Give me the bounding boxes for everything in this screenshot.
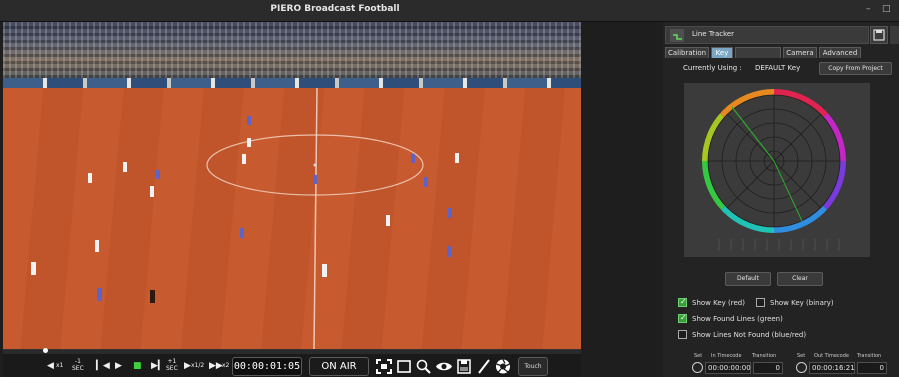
currently-using: Currently Using : DEFAULT Key (683, 64, 800, 72)
clock-icon[interactable] (796, 362, 807, 373)
in-transition-field[interactable]: 0 (753, 362, 783, 374)
default-button[interactable]: Default (725, 272, 771, 286)
rewind-icon[interactable]: ◀ (47, 357, 54, 375)
window-titlebar: PIERO Broadcast Football – □ (0, 0, 899, 22)
on-air-button[interactable]: ON AIR (309, 357, 369, 376)
overflow-button[interactable] (890, 26, 899, 44)
line-tracker-icon (670, 29, 684, 42)
copy-from-project-button[interactable]: Copy From Project (819, 62, 892, 75)
out-timecode-field[interactable]: 00:00:16:21 (809, 362, 855, 374)
video-viewport[interactable] (3, 22, 581, 349)
settings-panel: Line Tracker Calibration Key Camera Adva… (663, 22, 899, 377)
skip-start-icon[interactable]: ▎◀ (96, 357, 110, 375)
checkbox-box[interactable] (756, 298, 765, 307)
touch-button[interactable]: Touch (518, 357, 548, 376)
advertising-boards (3, 78, 581, 88)
tab-key[interactable]: Key (711, 47, 733, 58)
floppy-icon[interactable] (455, 358, 473, 375)
pen-icon[interactable] (475, 358, 493, 375)
scrub-bar[interactable] (3, 348, 581, 354)
checkbox-label: Show Key (binary) (770, 299, 834, 307)
out-set-label: Set (797, 353, 806, 359)
currently-using-label: Currently Using : (683, 64, 742, 72)
minimize-button[interactable]: – (866, 4, 871, 14)
hue-wheel-graphic (702, 89, 846, 251)
in-transition-label: Transition (752, 353, 777, 359)
slow-rate: x1/2 (191, 362, 205, 369)
floppy-icon (873, 29, 885, 41)
clock-icon[interactable] (692, 362, 703, 373)
out-timecode-label: Out Timecode (814, 353, 849, 359)
clear-button[interactable]: Clear (777, 272, 823, 286)
step-back-button[interactable]: -1 SEC (72, 358, 84, 376)
fast-forward-icon[interactable]: ▶▶ (209, 357, 223, 375)
skip-end-icon[interactable]: ▶▎ (151, 357, 165, 375)
currently-using-value: DEFAULT Key (755, 64, 801, 72)
checkbox-box[interactable] (678, 313, 687, 323)
tracker-selector[interactable]: Line Tracker (665, 26, 869, 44)
stop-icon[interactable]: ■ (133, 357, 142, 375)
aperture-icon[interactable] (494, 358, 512, 375)
playback-timecode[interactable]: 00:00:01:05 (232, 357, 302, 376)
tab-advanced[interactable]: Advanced (819, 47, 861, 58)
in-set-label: Set (694, 353, 703, 359)
save-button[interactable] (870, 26, 888, 44)
pitch-lines (31, 88, 459, 349)
stadium-crowd (3, 22, 581, 78)
pitch-key-overlay (3, 88, 581, 349)
color-wheel[interactable] (684, 83, 870, 257)
in-timecode-label: In Timecode (711, 353, 742, 359)
checkbox-box[interactable] (678, 297, 687, 307)
in-timecode-field[interactable]: 00:00:00:00 (705, 362, 751, 374)
fast-rate: x2 (222, 362, 230, 369)
step-forward-button[interactable]: +1 SEC (166, 358, 178, 376)
players (31, 116, 459, 303)
rewind-rate: x1 (56, 362, 64, 369)
out-transition-label: Transition (857, 353, 882, 359)
out-transition-field[interactable]: 0 (857, 362, 887, 374)
magnifier-icon[interactable] (415, 358, 433, 375)
tab-camera[interactable]: Camera (783, 47, 817, 58)
checkbox-label: Show Key (red) (692, 299, 745, 307)
play-icon[interactable]: ▶ (115, 357, 122, 375)
maximize-button[interactable]: □ (882, 4, 891, 14)
checkbox-label: Show Lines Not Found (blue/red) (692, 331, 807, 339)
rectangle-icon[interactable] (395, 358, 413, 375)
eye-icon[interactable] (435, 358, 453, 375)
fullscreen-icon[interactable] (375, 358, 393, 375)
checkbox-box[interactable] (678, 330, 687, 339)
tab-hidden[interactable] (735, 47, 781, 58)
playback-controls: ◀ x1 -1 SEC ▎◀ ▶ ■ ▶▎ +1 SEC ▶ x1/2 ▶▶ x… (3, 348, 581, 377)
checkbox-label: Show Found Lines (green) (692, 315, 783, 323)
tab-calibration[interactable]: Calibration (665, 47, 709, 58)
tracker-label: Line Tracker (692, 30, 735, 38)
slow-play-icon[interactable]: ▶ (184, 357, 191, 375)
scrub-handle[interactable] (43, 348, 48, 353)
window-title: PIERO Broadcast Football (270, 4, 400, 14)
tool-icons (375, 357, 513, 376)
